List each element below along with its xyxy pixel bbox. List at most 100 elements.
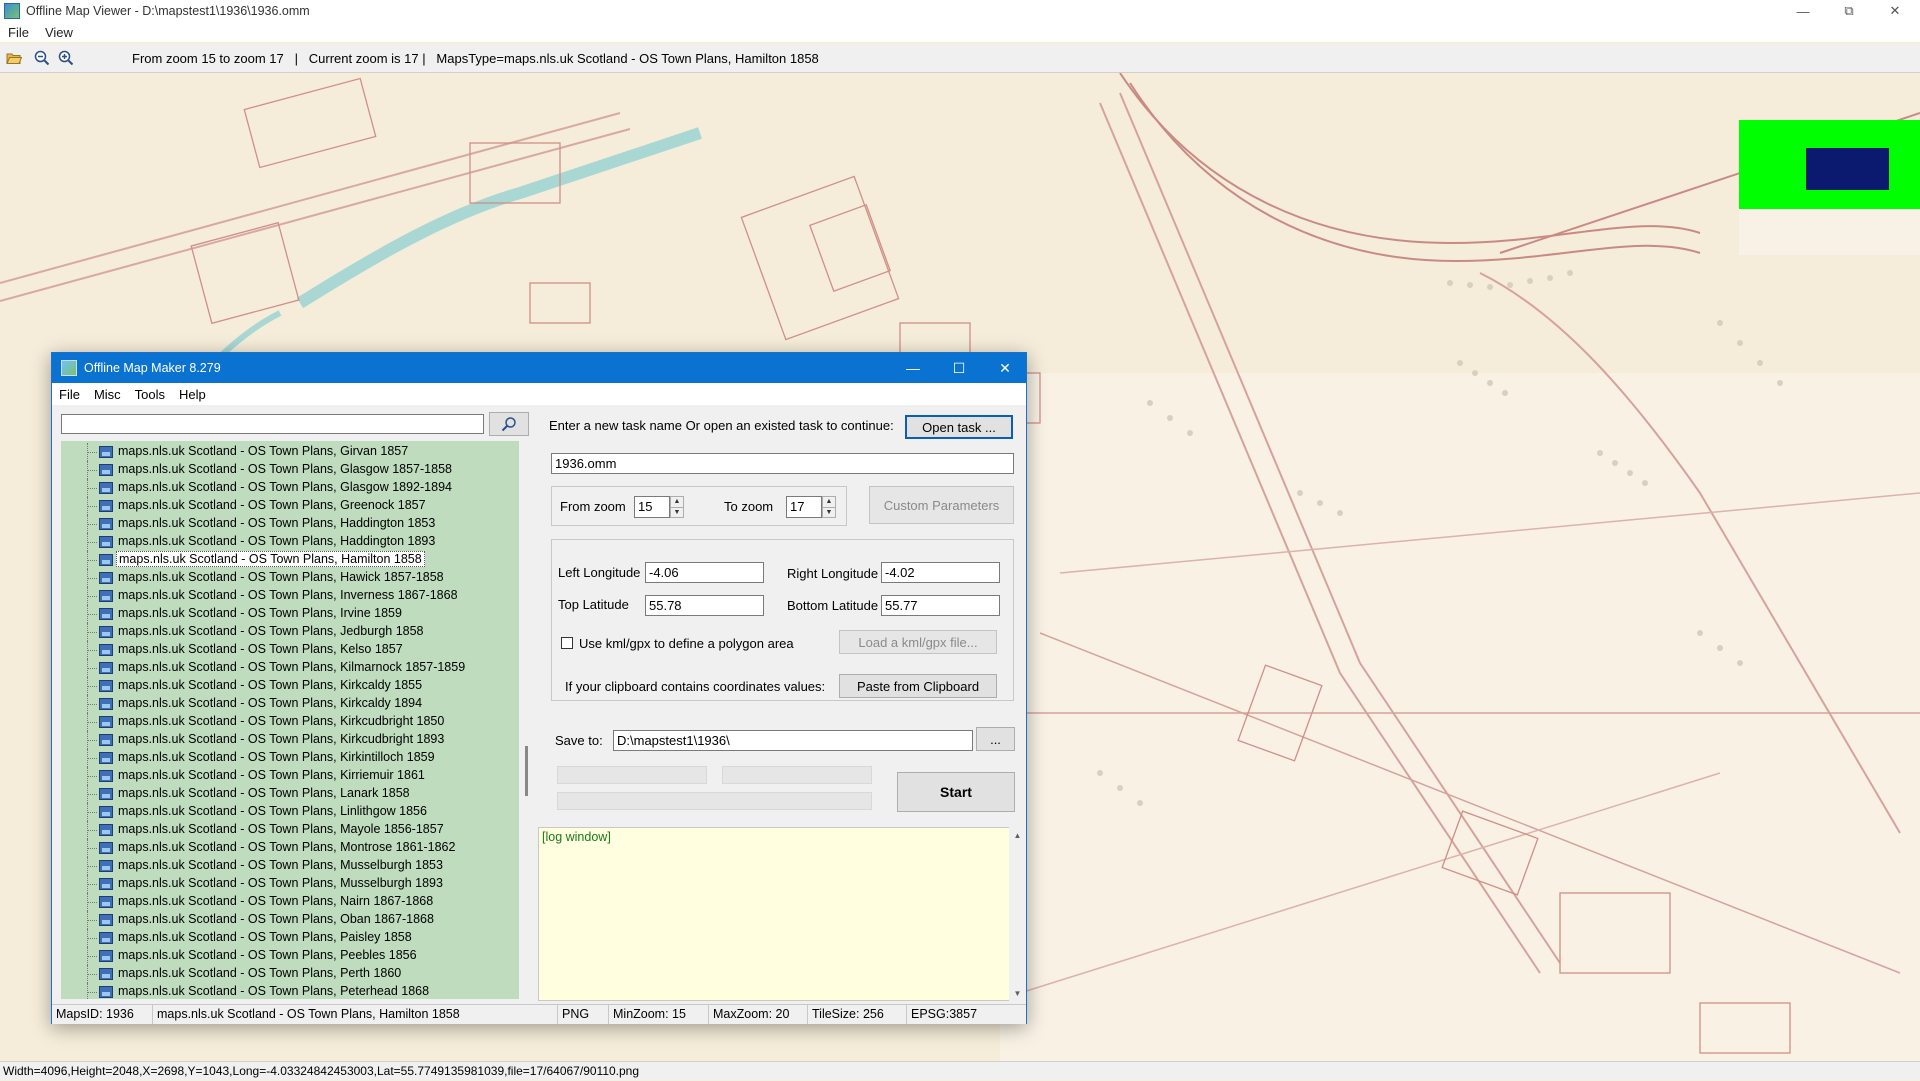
list-item-label: maps.nls.uk Scotland - OS Town Plans, Ha…: [118, 516, 436, 530]
load-kml-button[interactable]: Load a kml/gpx file...: [839, 630, 997, 654]
list-item[interactable]: maps.nls.uk Scotland - OS Town Plans, Je…: [61, 623, 491, 641]
list-item[interactable]: maps.nls.uk Scotland - OS Town Plans, Ob…: [61, 911, 491, 929]
map-item-icon: [99, 842, 113, 854]
tree-scrollbar-thumb[interactable]: [525, 746, 528, 796]
search-button[interactable]: [489, 412, 529, 436]
scroll-up-icon[interactable]: ▲: [1009, 827, 1026, 843]
dialog-titlebar[interactable]: Offline Map Maker 8.279 — ☐ ✕: [52, 353, 1026, 383]
tree-branch: [87, 596, 97, 597]
dialog-close-icon[interactable]: ✕: [982, 353, 1028, 383]
dialog-menu-help[interactable]: Help: [172, 387, 213, 402]
log-text: [log window]: [542, 830, 611, 844]
list-item[interactable]: maps.nls.uk Scotland - OS Town Plans, Ma…: [61, 821, 491, 839]
list-item[interactable]: maps.nls.uk Scotland - OS Town Plans, Ki…: [61, 749, 491, 767]
close-icon[interactable]: ✕: [1872, 0, 1918, 22]
custom-parameters-button[interactable]: Custom Parameters: [869, 486, 1014, 524]
tree-branch: [87, 812, 97, 813]
list-item-label: maps.nls.uk Scotland - OS Town Plans, Gl…: [118, 480, 452, 494]
map-item-icon: [99, 626, 113, 638]
task-name-input[interactable]: 1936.omm: [551, 453, 1014, 474]
list-item[interactable]: maps.nls.uk Scotland - OS Town Plans, Ki…: [61, 695, 491, 713]
list-item[interactable]: maps.nls.uk Scotland - OS Town Plans, Na…: [61, 893, 491, 911]
list-item[interactable]: maps.nls.uk Scotland - OS Town Plans, La…: [61, 785, 491, 803]
app-icon: [4, 3, 20, 19]
spin-down-icon[interactable]: ▼: [671, 506, 683, 518]
dialog-menu-file[interactable]: File: [52, 387, 87, 402]
left-longitude-input[interactable]: -4.06: [645, 562, 764, 583]
dialog-menu-misc[interactable]: Misc: [87, 387, 128, 402]
map-item-icon: [99, 716, 113, 728]
list-item[interactable]: maps.nls.uk Scotland - OS Town Plans, Ki…: [61, 731, 491, 749]
viewer-toolbar: From zoom 15 to zoom 17 | Current zoom i…: [0, 44, 1920, 73]
list-item[interactable]: maps.nls.uk Scotland - OS Town Plans, Mu…: [61, 875, 491, 893]
right-longitude-input[interactable]: -4.02: [881, 562, 1000, 583]
dialog-minimize-icon[interactable]: —: [890, 353, 936, 383]
tree-scrollbar[interactable]: [519, 441, 536, 999]
to-zoom-input[interactable]: 17: [786, 496, 822, 518]
map-item-icon: [99, 662, 113, 674]
list-item[interactable]: maps.nls.uk Scotland - OS Town Plans, Li…: [61, 803, 491, 821]
open-task-button[interactable]: Open task ...: [905, 415, 1013, 439]
spin-up-icon[interactable]: ▲: [671, 497, 683, 507]
list-item-label: maps.nls.uk Scotland - OS Town Plans, Ma…: [118, 822, 444, 836]
status-epsg: EPSG:3857: [911, 1007, 978, 1021]
list-item[interactable]: maps.nls.uk Scotland - OS Town Plans, Ki…: [61, 713, 491, 731]
paste-clipboard-button[interactable]: Paste from Clipboard: [839, 674, 997, 698]
zoom-in-icon[interactable]: [56, 48, 76, 68]
list-item[interactable]: maps.nls.uk Scotland - OS Town Plans, Gr…: [61, 497, 491, 515]
bottom-latitude-input[interactable]: 55.77: [881, 595, 1000, 616]
list-item[interactable]: maps.nls.uk Scotland - OS Town Plans, Gl…: [61, 461, 491, 479]
list-item[interactable]: maps.nls.uk Scotland - OS Town Plans, Pa…: [61, 929, 491, 947]
tree-branch: [87, 866, 97, 867]
list-item[interactable]: maps.nls.uk Scotland - OS Town Plans, Ha…: [61, 551, 491, 569]
menu-file[interactable]: File: [0, 25, 37, 40]
start-button[interactable]: Start: [897, 772, 1015, 812]
use-kml-label: Use kml/gpx to define a polygon area: [579, 636, 794, 651]
list-item[interactable]: maps.nls.uk Scotland - OS Town Plans, Ha…: [61, 569, 491, 587]
list-item[interactable]: maps.nls.uk Scotland - OS Town Plans, Ki…: [61, 659, 491, 677]
from-zoom-spinner[interactable]: ▲ ▼: [670, 496, 684, 518]
list-item-label: maps.nls.uk Scotland - OS Town Plans, Ha…: [116, 551, 425, 567]
minimap-viewport[interactable]: [1806, 148, 1889, 190]
progress-bar-2: [722, 766, 872, 784]
list-item[interactable]: maps.nls.uk Scotland - OS Town Plans, Mu…: [61, 857, 491, 875]
log-scrollbar[interactable]: ▲ ▼: [1009, 827, 1026, 1001]
list-item[interactable]: maps.nls.uk Scotland - OS Town Plans, Pe…: [61, 947, 491, 965]
list-item[interactable]: maps.nls.uk Scotland - OS Town Plans, Gi…: [61, 443, 491, 461]
browse-button[interactable]: ...: [976, 727, 1015, 751]
minimize-icon[interactable]: —: [1780, 0, 1826, 22]
list-item[interactable]: maps.nls.uk Scotland - OS Town Plans, Pe…: [61, 983, 491, 999]
scroll-down-icon[interactable]: ▼: [1009, 985, 1026, 1001]
dialog-maximize-icon[interactable]: ☐: [936, 353, 982, 383]
list-item[interactable]: maps.nls.uk Scotland - OS Town Plans, Ki…: [61, 677, 491, 695]
use-kml-checkbox[interactable]: [561, 637, 573, 649]
save-to-input[interactable]: D:\mapstest1\1936\: [613, 730, 973, 751]
restore-icon[interactable]: ⧉: [1826, 0, 1872, 22]
zoom-out-icon[interactable]: [32, 48, 52, 68]
list-item[interactable]: maps.nls.uk Scotland - OS Town Plans, Ke…: [61, 641, 491, 659]
dialog-menu-tools[interactable]: Tools: [128, 387, 172, 402]
list-item[interactable]: maps.nls.uk Scotland - OS Town Plans, Ki…: [61, 767, 491, 785]
list-item-label: maps.nls.uk Scotland - OS Town Plans, Gl…: [118, 462, 452, 476]
status-format: PNG: [558, 1005, 609, 1024]
list-item[interactable]: maps.nls.uk Scotland - OS Town Plans, Ha…: [61, 533, 491, 551]
spin-down-icon[interactable]: ▼: [823, 506, 835, 518]
list-item[interactable]: maps.nls.uk Scotland - OS Town Plans, Ir…: [61, 605, 491, 623]
tree-branch: [87, 470, 97, 471]
log-window[interactable]: [log window]: [538, 827, 1012, 1001]
list-item[interactable]: maps.nls.uk Scotland - OS Town Plans, Mo…: [61, 839, 491, 857]
folder-open-icon[interactable]: [4, 48, 24, 68]
list-item[interactable]: maps.nls.uk Scotland - OS Town Plans, Ha…: [61, 515, 491, 533]
list-item[interactable]: maps.nls.uk Scotland - OS Town Plans, Gl…: [61, 479, 491, 497]
menu-view[interactable]: View: [37, 25, 81, 40]
spin-up-icon[interactable]: ▲: [823, 497, 835, 507]
maps-tree-list[interactable]: maps.nls.uk Scotland - OS Town Plans, Gi…: [61, 441, 519, 999]
to-zoom-spinner[interactable]: ▲ ▼: [822, 496, 836, 518]
minimap[interactable]: [1739, 120, 1920, 209]
top-latitude-input[interactable]: 55.78: [645, 595, 764, 616]
from-zoom-input[interactable]: 15: [634, 496, 670, 518]
maps-search-input[interactable]: [61, 414, 484, 434]
map-item-icon: [99, 986, 113, 998]
list-item[interactable]: maps.nls.uk Scotland - OS Town Plans, In…: [61, 587, 491, 605]
list-item[interactable]: maps.nls.uk Scotland - OS Town Plans, Pe…: [61, 965, 491, 983]
